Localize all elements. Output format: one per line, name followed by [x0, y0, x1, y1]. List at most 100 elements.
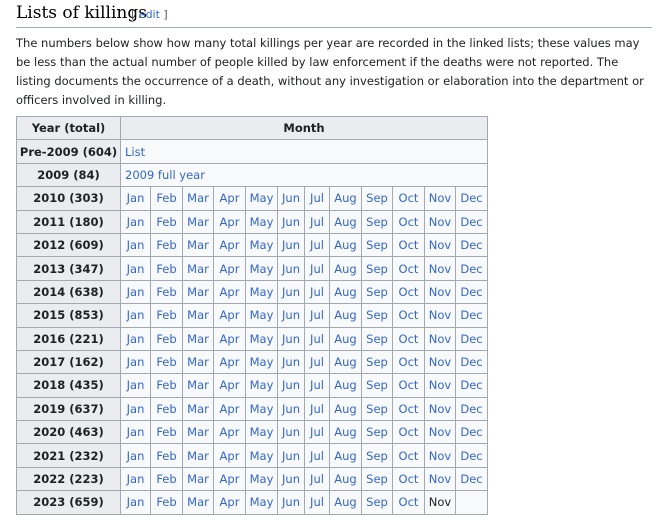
month-link[interactable]: Jan — [127, 262, 145, 276]
month-link[interactable]: Jan — [127, 449, 145, 463]
month-link[interactable]: Jan — [127, 355, 145, 369]
month-link[interactable]: Jun — [282, 402, 300, 416]
month-link[interactable]: Jul — [310, 285, 324, 299]
month-link[interactable]: Jan — [127, 215, 145, 229]
month-link[interactable]: Oct — [399, 308, 419, 322]
month-link[interactable]: Jul — [310, 308, 324, 322]
month-link[interactable]: Sep — [366, 285, 388, 299]
month-link[interactable]: Aug — [334, 308, 356, 322]
month-link[interactable]: Jan — [127, 285, 145, 299]
month-link[interactable]: May — [250, 495, 274, 509]
month-link[interactable]: Oct — [399, 495, 419, 509]
month-link[interactable]: Jun — [282, 191, 300, 205]
month-link[interactable]: Apr — [220, 215, 240, 229]
month-link[interactable]: Mar — [187, 402, 209, 416]
month-link[interactable]: May — [250, 332, 274, 346]
month-link[interactable]: Mar — [187, 332, 209, 346]
month-link[interactable]: Aug — [334, 425, 356, 439]
month-link[interactable]: Nov — [429, 308, 451, 322]
month-link[interactable]: May — [250, 262, 274, 276]
month-link[interactable]: Jan — [127, 378, 145, 392]
month-link[interactable]: Apr — [220, 262, 240, 276]
month-link[interactable]: Sep — [366, 215, 388, 229]
month-link[interactable]: Mar — [187, 355, 209, 369]
month-link[interactable]: Feb — [156, 215, 176, 229]
month-link[interactable]: Aug — [334, 449, 356, 463]
month-link[interactable]: Mar — [187, 285, 209, 299]
list-link[interactable]: List — [125, 145, 145, 159]
month-link[interactable]: Sep — [366, 378, 388, 392]
month-link[interactable]: Aug — [334, 332, 356, 346]
month-link[interactable]: Nov — [429, 378, 451, 392]
month-link[interactable]: May — [250, 308, 274, 322]
month-link[interactable]: Oct — [399, 355, 419, 369]
month-link[interactable]: Dec — [460, 425, 482, 439]
month-link[interactable]: Apr — [220, 355, 240, 369]
month-link[interactable]: Feb — [156, 355, 176, 369]
month-link[interactable]: Jul — [310, 425, 324, 439]
month-link[interactable]: Nov — [429, 332, 451, 346]
month-link[interactable]: Jun — [282, 449, 300, 463]
month-link[interactable]: Feb — [156, 262, 176, 276]
month-link[interactable]: Dec — [460, 355, 482, 369]
month-link[interactable]: Oct — [399, 191, 419, 205]
month-link[interactable]: Sep — [366, 495, 388, 509]
month-link[interactable]: Jun — [282, 472, 300, 486]
month-link[interactable]: Aug — [334, 238, 356, 252]
month-link[interactable]: Oct — [399, 262, 419, 276]
month-link[interactable]: Oct — [399, 215, 419, 229]
month-link[interactable]: Apr — [220, 332, 240, 346]
month-link[interactable]: Jan — [127, 191, 145, 205]
month-link[interactable]: Feb — [156, 308, 176, 322]
month-link[interactable]: Jan — [127, 495, 145, 509]
month-link[interactable]: Jun — [282, 262, 300, 276]
month-link[interactable]: Sep — [366, 449, 388, 463]
month-link[interactable]: Apr — [220, 191, 240, 205]
month-link[interactable]: Dec — [460, 332, 482, 346]
month-link[interactable]: Oct — [399, 378, 419, 392]
month-link[interactable]: Nov — [429, 215, 451, 229]
month-link[interactable]: Nov — [429, 402, 451, 416]
month-link[interactable]: Feb — [156, 402, 176, 416]
month-link[interactable]: Aug — [334, 285, 356, 299]
month-link[interactable]: Jan — [127, 472, 145, 486]
month-link[interactable]: Apr — [220, 378, 240, 392]
month-link[interactable]: Aug — [334, 495, 356, 509]
month-link[interactable]: Nov — [429, 191, 451, 205]
month-link[interactable]: Feb — [156, 472, 176, 486]
month-link[interactable]: Feb — [156, 285, 176, 299]
month-link[interactable]: May — [250, 425, 274, 439]
month-link[interactable]: Apr — [220, 495, 240, 509]
month-link[interactable]: Jul — [310, 332, 324, 346]
month-link[interactable]: Aug — [334, 191, 356, 205]
month-link[interactable]: Apr — [220, 238, 240, 252]
month-link[interactable]: Feb — [156, 495, 176, 509]
month-link[interactable]: Jun — [282, 425, 300, 439]
month-link[interactable]: May — [250, 191, 274, 205]
month-link[interactable]: Apr — [220, 472, 240, 486]
month-link[interactable]: Jul — [310, 262, 324, 276]
month-link[interactable]: Oct — [399, 332, 419, 346]
month-link[interactable]: May — [250, 472, 274, 486]
month-link[interactable]: Nov — [429, 425, 451, 439]
month-link[interactable]: Aug — [334, 472, 356, 486]
month-link[interactable]: Sep — [366, 308, 388, 322]
month-link[interactable]: Sep — [366, 238, 388, 252]
month-link[interactable]: Feb — [156, 191, 176, 205]
month-link[interactable]: Dec — [460, 238, 482, 252]
month-link[interactable]: May — [250, 285, 274, 299]
month-link[interactable]: Aug — [334, 378, 356, 392]
month-link[interactable]: Jan — [127, 238, 145, 252]
month-link[interactable]: Mar — [187, 378, 209, 392]
month-link[interactable]: Jul — [310, 402, 324, 416]
month-link[interactable]: Nov — [429, 472, 451, 486]
month-link[interactable]: Jun — [282, 215, 300, 229]
month-link[interactable]: Mar — [187, 215, 209, 229]
month-link[interactable]: Apr — [220, 285, 240, 299]
month-link[interactable]: Mar — [187, 262, 209, 276]
month-link[interactable]: Oct — [399, 402, 419, 416]
month-link[interactable]: Feb — [156, 332, 176, 346]
month-link[interactable]: Aug — [334, 215, 356, 229]
month-link[interactable]: Jul — [310, 378, 324, 392]
month-link[interactable]: Jun — [282, 378, 300, 392]
